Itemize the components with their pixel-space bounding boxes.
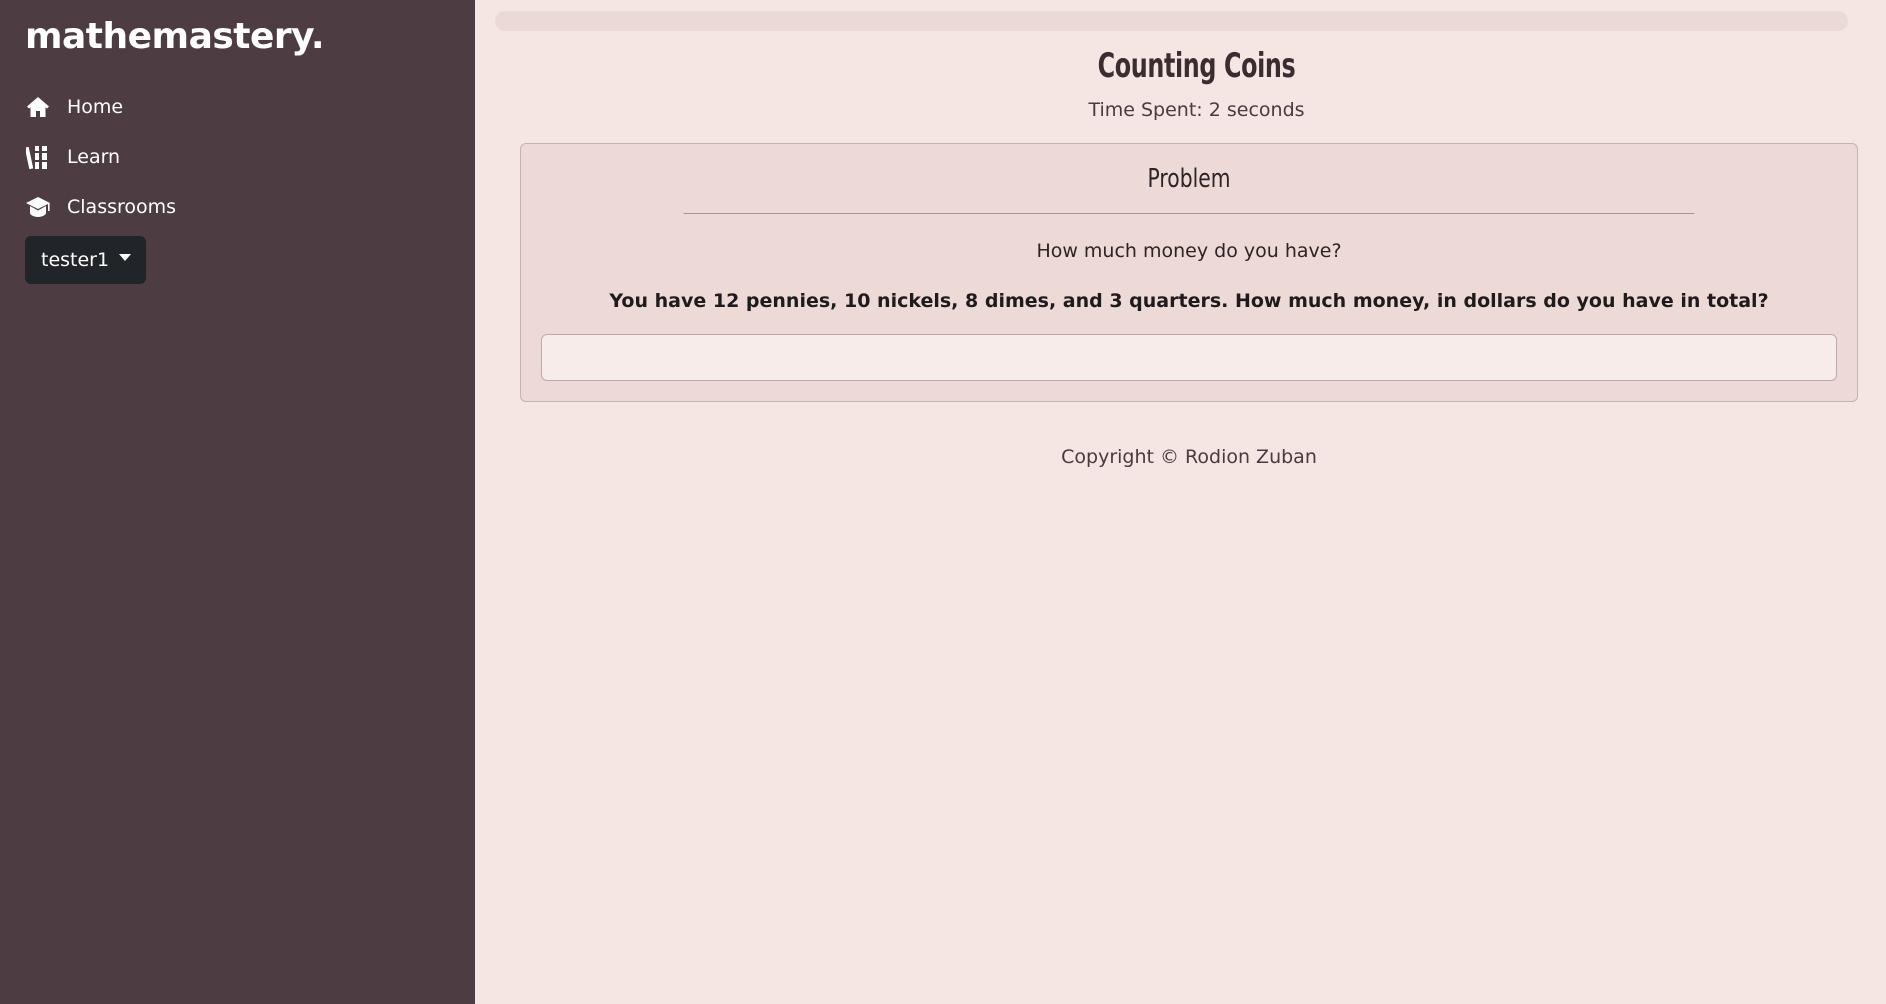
sidebar: mathemastery. Home Learn Classrooms test… [0, 0, 475, 1004]
time-spent: Time Spent: 2 seconds [1088, 99, 1305, 121]
sidebar-item-learn[interactable]: Learn [25, 132, 475, 182]
problem-card: Problem How much money do you have? You … [520, 143, 1858, 402]
user-menu-button[interactable]: tester1 [25, 236, 147, 284]
books-icon [25, 144, 51, 170]
sidebar-item-classrooms[interactable]: Classrooms [25, 182, 475, 232]
sidebar-item-label: Learn [67, 146, 121, 168]
brand-logo[interactable]: mathemastery. [25, 14, 475, 60]
question-text: How much money do you have? [1036, 240, 1342, 262]
sidebar-item-label: Home [67, 96, 124, 118]
app-layout: mathemastery. Home Learn Classrooms test… [0, 0, 1886, 1004]
sidebar-item-label: Classrooms [67, 196, 177, 218]
card-header: Problem [683, 144, 1695, 214]
problem-text: You have 12 pennies, 10 nickels, 8 dimes… [609, 290, 1769, 312]
user-menu-label: tester1 [41, 249, 110, 271]
sidebar-item-home[interactable]: Home [25, 82, 475, 132]
page-title: Counting Coins [1097, 46, 1296, 86]
main-content: Counting Coins Time Spent: 2 seconds Pro… [475, 0, 1886, 1004]
caret-down-icon [119, 253, 132, 261]
footer-copyright: Copyright © Rodion Zuban [1061, 446, 1317, 468]
graduation-cap-icon [25, 194, 51, 220]
progress-bar [495, 11, 1848, 31]
home-icon [25, 94, 51, 120]
answer-input[interactable] [541, 334, 1837, 381]
